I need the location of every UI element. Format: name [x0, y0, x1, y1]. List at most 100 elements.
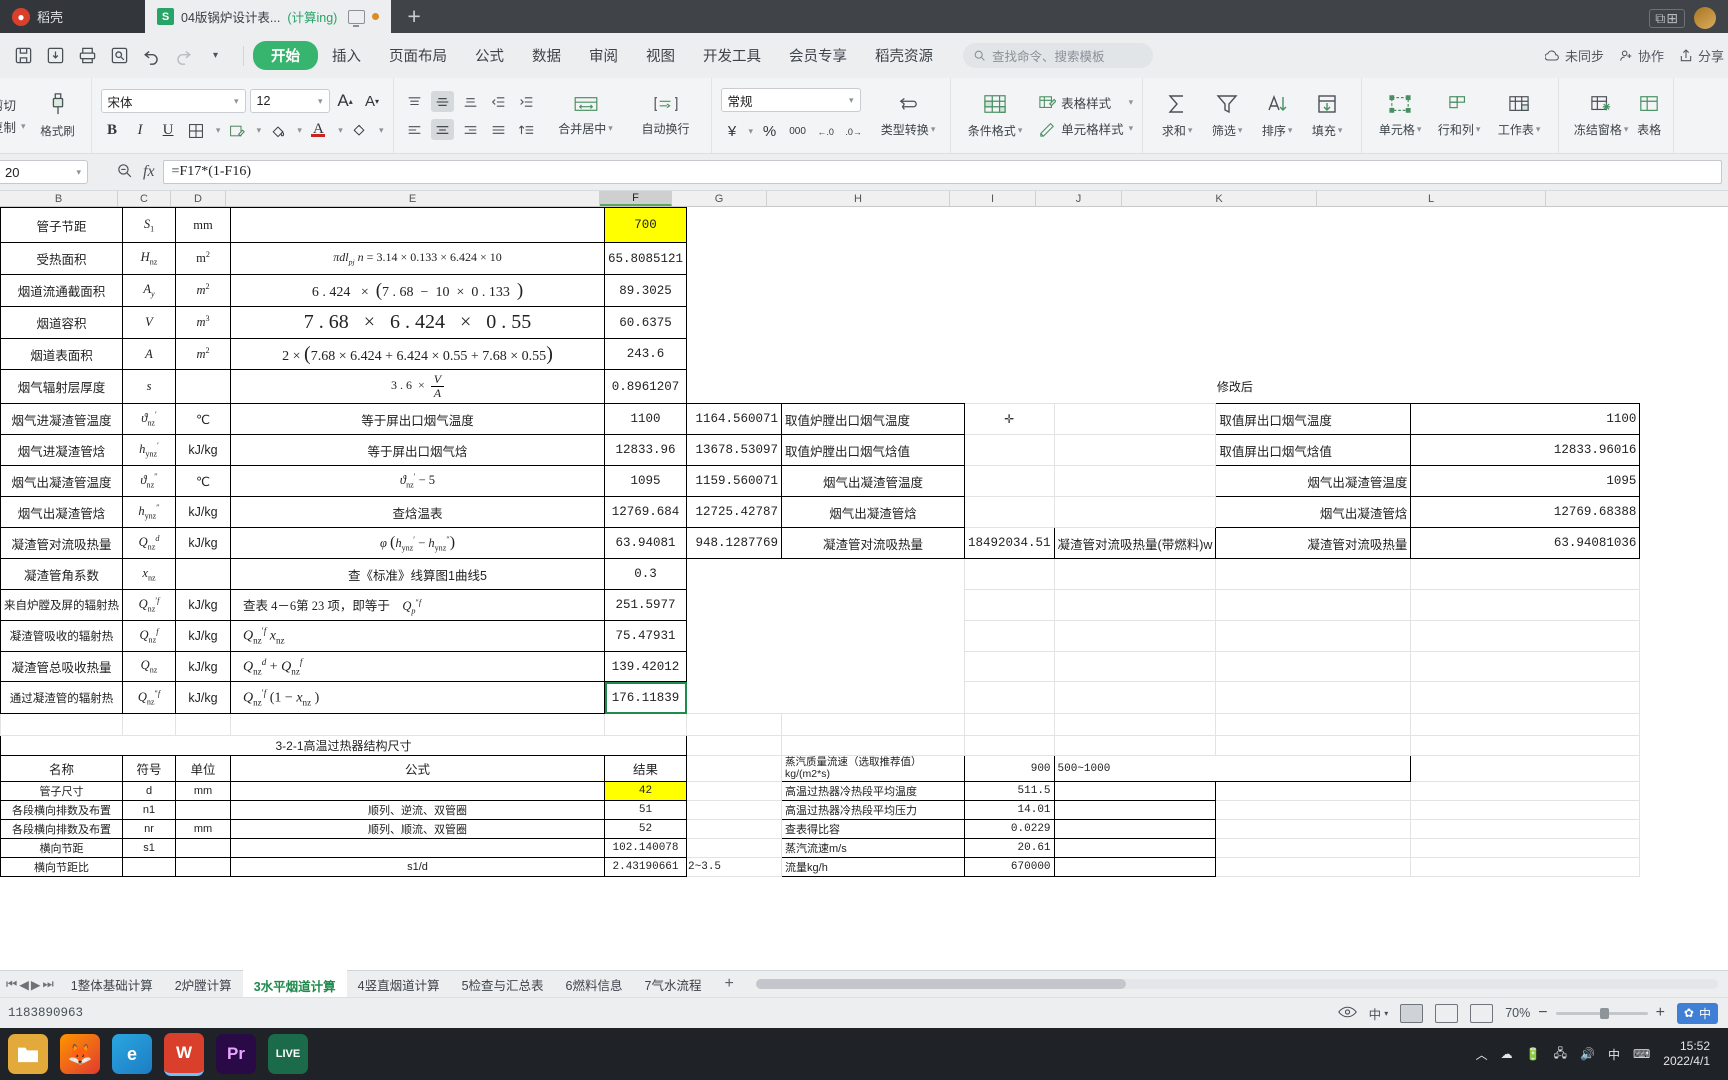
sheet-tab-6[interactable]: 6燃料信息 — [555, 971, 634, 998]
ime-taskbar-icon[interactable]: 中 — [1608, 1046, 1620, 1063]
zoom-slider[interactable] — [1555, 1007, 1648, 1019]
window-layout-icon[interactable]: ⧉⊞ — [1649, 8, 1685, 28]
last-sheet-icon[interactable]: ⏭ — [43, 977, 54, 992]
empty-cell[interactable] — [686, 755, 783, 782]
page-layout-view-button[interactable] — [1435, 1003, 1459, 1023]
result-cell-G[interactable]: 12725.42787 — [686, 496, 783, 528]
empty-cell-I[interactable] — [965, 275, 1055, 307]
result-cell-L[interactable]: 12833.96016 — [1410, 434, 1641, 466]
number-format-select[interactable]: 常规 ▾ — [720, 88, 861, 112]
empty-cell-I[interactable] — [964, 496, 1055, 528]
zoom-out-icon[interactable] — [116, 162, 133, 182]
onedrive-icon[interactable]: ☁ — [1501, 1047, 1513, 1061]
empty-cell-K[interactable] — [1215, 589, 1412, 621]
empty-cell[interactable] — [1053, 819, 1217, 839]
empty-cell-I[interactable] — [964, 434, 1055, 466]
empty-cell[interactable] — [1215, 781, 1412, 801]
empty-cell-H[interactable] — [782, 590, 965, 621]
empty-cell[interactable] — [686, 713, 783, 736]
normal-view-button[interactable] — [1400, 1003, 1424, 1023]
avatar[interactable] — [1694, 7, 1716, 29]
sync-status-button[interactable]: 未同步 — [1544, 46, 1604, 65]
wrap-text-button[interactable]: 自动换行 — [630, 95, 702, 137]
tab-docer-resources[interactable]: 稻壳资源 — [861, 45, 947, 66]
empty-cell-H[interactable] — [782, 339, 965, 370]
orientation-icon[interactable] — [515, 119, 538, 140]
table-row[interactable]: 各段横向排数及布置 nr mm 顺列、顺流、双管圈 52 查表得比容 0.022… — [0, 819, 1641, 839]
column-header-I[interactable]: I — [950, 191, 1036, 206]
column-header-C[interactable]: C — [118, 191, 171, 206]
currency-format-icon[interactable]: ¥ — [721, 120, 744, 143]
empty-cell[interactable] — [1053, 735, 1217, 756]
result-cell-F[interactable]: 1100 — [603, 403, 688, 435]
empty-cell-G[interactable] — [687, 590, 782, 621]
table-row[interactable]: 管子尺寸 d mm 42 高温过热器冷热段平均温度 511.5 — [0, 781, 1641, 801]
empty-cell-J[interactable] — [1054, 243, 1216, 275]
table-row[interactable]: 烟道表面积 A m2 2 × (7.68 × 6.424 + 6.424 × 0… — [0, 338, 1640, 370]
empty-cell[interactable] — [1410, 819, 1641, 839]
autosum-button[interactable]: 求和 ▾ — [1152, 93, 1202, 139]
empty-cell[interactable] — [1410, 781, 1641, 801]
empty-cell-G[interactable] — [687, 208, 782, 243]
file-explorer-icon[interactable] — [8, 1034, 48, 1074]
empty-cell-I[interactable] — [965, 307, 1055, 339]
empty-cell[interactable] — [1410, 838, 1641, 858]
sheet-tab-4[interactable]: 4竖直烟道计算 — [347, 971, 451, 998]
empty-cell-K[interactable] — [1216, 307, 1411, 339]
empty-cell[interactable] — [1053, 713, 1217, 736]
justify-icon[interactable] — [487, 119, 510, 140]
save-icon[interactable] — [10, 42, 37, 69]
merge-center-button[interactable]: 合并居中 ▾ — [550, 95, 622, 137]
empty-cell[interactable] — [1410, 735, 1641, 756]
comma-format-icon[interactable]: 000 — [786, 120, 809, 143]
column-header-E[interactable]: E — [226, 191, 600, 206]
result-cell-G[interactable]: 1164.560071 — [686, 403, 783, 435]
empty-cell[interactable] — [1215, 735, 1412, 756]
empty-cell-L[interactable] — [1411, 339, 1640, 370]
empty-cell-I[interactable] — [964, 681, 1055, 714]
column-header-K[interactable]: K — [1122, 191, 1317, 206]
empty-cell[interactable] — [964, 735, 1055, 756]
table-row[interactable]: 凝渣管对流吸热量 Qnzd kJ/kg φ (hynz′ − hynz″) 63… — [0, 527, 1641, 559]
undo-icon[interactable] — [138, 42, 165, 69]
result-cell-L[interactable]: 1100 — [1410, 403, 1641, 435]
empty-cell-K[interactable] — [1215, 620, 1412, 652]
align-bottom-icon[interactable] — [459, 91, 482, 112]
empty-cell[interactable] — [603, 713, 688, 736]
empty-cell-J[interactable] — [1053, 434, 1217, 466]
result-cell-F[interactable]: 1095 — [603, 465, 688, 497]
save-as-icon[interactable] — [42, 42, 69, 69]
result-cell-G[interactable]: 13678.53097 — [686, 434, 783, 466]
result-cell[interactable]: 51 — [603, 800, 688, 820]
clear-format-icon[interactable] — [348, 119, 371, 142]
empty-cell[interactable] — [686, 781, 783, 801]
tab-page-layout[interactable]: 页面布局 — [375, 45, 461, 66]
font-size-select[interactable]: 12 ▾ — [249, 89, 330, 113]
result-cell[interactable]: 42 — [603, 781, 688, 801]
result-cell[interactable]: 52 — [603, 819, 688, 839]
empty-cell-L[interactable] — [1410, 681, 1641, 714]
type-convert-button[interactable]: 类型转换 ▾ — [875, 94, 941, 138]
result-cell[interactable]: 102.140078 — [603, 838, 688, 858]
empty-cell-L[interactable] — [1410, 589, 1641, 621]
empty-cell[interactable] — [1215, 800, 1412, 820]
result-note[interactable]: 2~3.5 — [686, 857, 783, 877]
empty-cell-I[interactable] — [964, 589, 1055, 621]
spreadsheet-grid[interactable]: B C D E F G H I J K L 管子节距 S1 mm 700 受热面… — [0, 191, 1728, 970]
empty-cell-J[interactable] — [1053, 681, 1217, 714]
draw-border-icon[interactable] — [225, 119, 248, 142]
empty-cell-I[interactable] — [965, 370, 1055, 404]
result-cell-G[interactable]: 948.1287769 — [686, 527, 783, 559]
battery-icon[interactable]: 🔋 — [1526, 1047, 1541, 1061]
empty-cell-I[interactable] — [965, 339, 1055, 370]
empty-cell-J[interactable] — [1053, 496, 1217, 528]
customize-quick-access-icon[interactable]: ▾ — [202, 42, 229, 69]
font-color-icon[interactable]: A — [307, 119, 330, 142]
empty-cell-K[interactable] — [1215, 651, 1412, 682]
result-cell-F[interactable]: 0.8961207 — [603, 369, 688, 404]
right-table-value-3[interactable]: 0.0229 — [964, 819, 1055, 839]
section-header-row[interactable]: 名称 符号 单位 公式 结果 蒸汽质量流速（选取推荐值）kg/(m2*s) 90… — [0, 755, 1641, 782]
column-header-B[interactable]: B — [0, 191, 118, 206]
empty-cell[interactable] — [1053, 857, 1217, 877]
empty-cell[interactable] — [686, 735, 783, 756]
